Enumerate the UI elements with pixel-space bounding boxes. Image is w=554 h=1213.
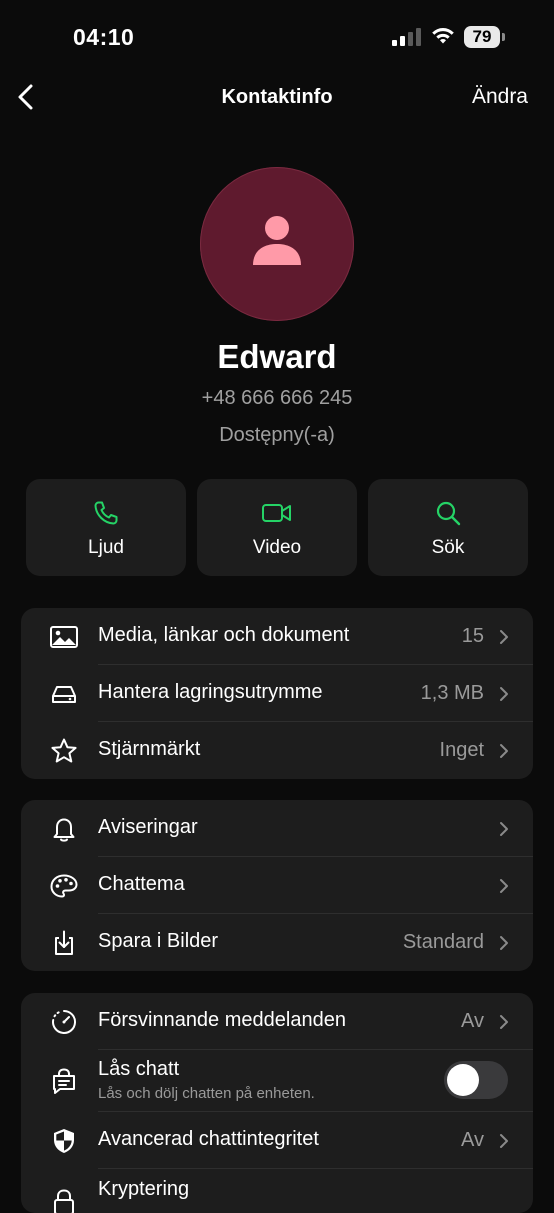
lock-chat-icon (53, 1068, 75, 1094)
advanced-chat-privacy-value: Av (461, 1129, 484, 1151)
lock-chat-label: Lås chatt (98, 1058, 180, 1080)
toggle-knob (447, 1064, 479, 1096)
encryption-label: Kryptering (98, 1178, 190, 1200)
advanced-chat-privacy-row[interactable]: Avancerad chattintegritet Av (21, 1112, 533, 1169)
edit-button[interactable]: Ändra (472, 85, 528, 109)
signal-icon (392, 28, 421, 46)
person-icon (253, 216, 301, 265)
save-to-photos-label: Spara i Bilder (98, 930, 219, 952)
video-icon (262, 504, 291, 522)
audio-call-button[interactable]: Ljud (26, 479, 186, 576)
chevron-right-icon (500, 630, 508, 644)
save-download-icon (55, 930, 73, 955)
shield-icon (54, 1129, 74, 1153)
palette-icon (50, 874, 78, 898)
lock-chat-row: Lås chatt Lås och dölj chatten på enhete… (21, 1050, 533, 1112)
privacy-group: Försvinnande meddelanden Av Lås chatt Lå… (21, 993, 533, 1213)
lock-icon (54, 1189, 74, 1213)
notifications-row[interactable]: Aviseringar (21, 800, 533, 857)
encryption-row[interactable]: Kryptering (21, 1169, 533, 1213)
chevron-right-icon (500, 1134, 508, 1148)
wifi-icon (432, 28, 454, 44)
save-to-photos-value: Standard (402, 931, 484, 953)
audio-call-label: Ljud (88, 537, 124, 558)
lock-chat-toggle[interactable] (444, 1061, 508, 1099)
media-storage-group: Media, länkar och dokument 15 Hantera la… (21, 608, 533, 779)
contact-phone[interactable]: +48 666 666 245 (0, 387, 554, 410)
phone-icon (94, 501, 118, 525)
starred-value: Inget (439, 739, 484, 761)
storage-size: 1,3 MB (420, 682, 484, 704)
manage-storage-row[interactable]: Hantera lagringsutrymme 1,3 MB (21, 665, 533, 722)
battery-icon: 79 (464, 26, 506, 48)
disappearing-messages-row[interactable]: Försvinnande meddelanden Av (21, 993, 533, 1050)
video-call-label: Video (252, 537, 302, 558)
save-to-photos-row[interactable]: Spara i Bilder Standard (21, 914, 533, 971)
media-links-docs-label: Media, länkar och dokument (98, 624, 350, 646)
media-links-docs-row[interactable]: Media, länkar och dokument 15 (21, 608, 533, 665)
chevron-right-icon (500, 1015, 508, 1029)
starred-row[interactable]: Stjärnmärkt Inget (21, 722, 533, 779)
chat-theme-row[interactable]: Chattema (21, 857, 533, 914)
chevron-right-icon (500, 744, 508, 758)
page-title: Kontaktinfo (221, 86, 333, 108)
video-call-button[interactable]: Video (197, 479, 357, 576)
manage-storage-label: Hantera lagringsutrymme (98, 681, 323, 703)
status-bar: 04:10 79 (0, 0, 554, 70)
contact-name: Edward (217, 338, 337, 375)
search-icon (436, 501, 461, 526)
search-button[interactable]: Sök (368, 479, 528, 576)
bell-icon (53, 818, 75, 842)
chat-theme-label: Chattema (98, 873, 185, 895)
storage-icon (52, 686, 76, 703)
notifications-label: Aviseringar (98, 816, 198, 838)
disappearing-messages-label: Försvinnande meddelanden (98, 1009, 346, 1031)
chevron-right-icon (500, 879, 508, 893)
nav-bar: Kontaktinfo Ändra (0, 70, 554, 126)
chevron-right-icon (500, 822, 508, 836)
status-time: 04:10 (73, 24, 135, 50)
chat-settings-group: Aviseringar Chattema Spara i Bilder Stan… (21, 800, 533, 971)
battery-cap (502, 33, 505, 41)
star-icon (51, 738, 77, 763)
disappearing-messages-value: Av (461, 1010, 484, 1032)
chevron-right-icon (500, 687, 508, 701)
avatar[interactable] (200, 167, 354, 321)
chevron-right-icon (500, 936, 508, 950)
search-label: Sök (431, 537, 465, 558)
timer-icon (52, 1010, 76, 1034)
starred-label: Stjärnmärkt (98, 738, 201, 760)
contact-status: Dostępny(-a) (219, 424, 335, 446)
media-count: 15 (461, 625, 484, 647)
lock-chat-description: Lås och dölj chatten på enheten. (98, 1085, 315, 1102)
advanced-chat-privacy-label: Avancerad chattintegritet (98, 1128, 319, 1150)
battery-level: 79 (464, 26, 500, 48)
image-icon (50, 626, 78, 648)
